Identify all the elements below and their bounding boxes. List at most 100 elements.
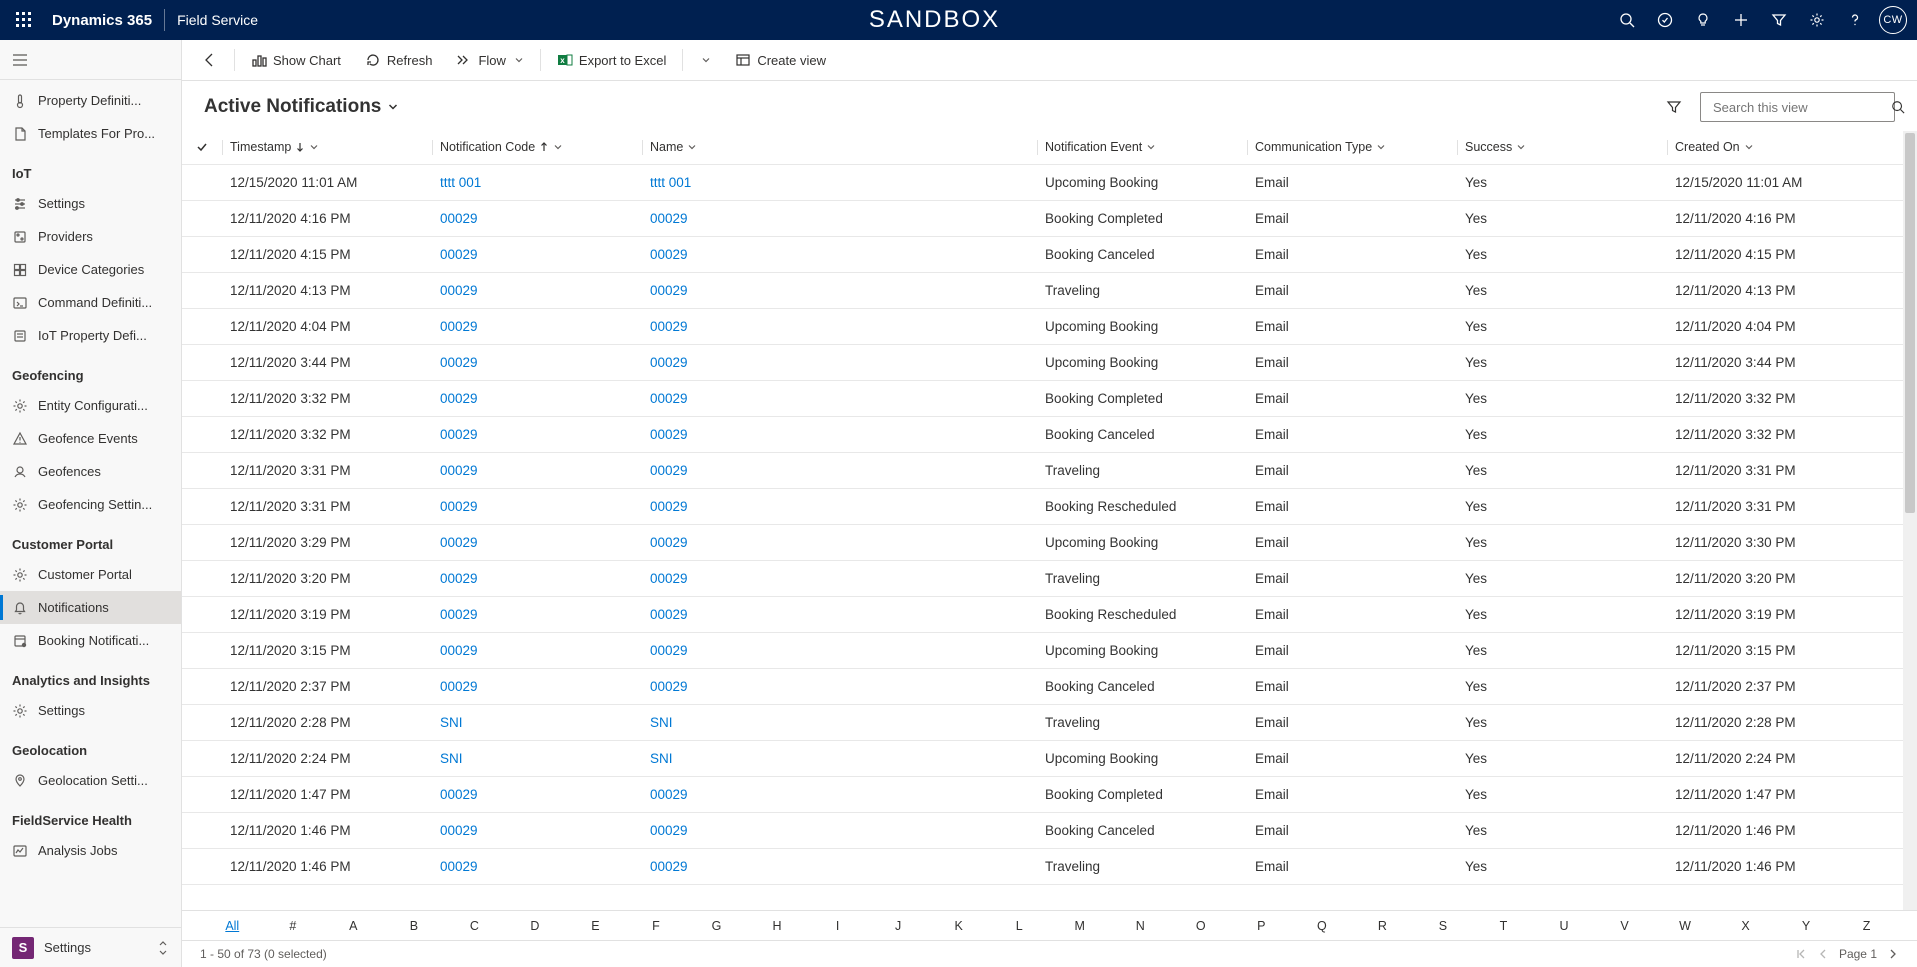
column-header[interactable]: Communication Type	[1247, 131, 1457, 164]
cell-name[interactable]: 00029	[642, 488, 1037, 524]
alphabet-letter[interactable]: J	[868, 919, 929, 933]
alphabet-letter[interactable]: T	[1473, 919, 1534, 933]
search-input[interactable]	[1711, 99, 1891, 116]
cell-code[interactable]: tttt 001	[432, 164, 642, 200]
cell-name[interactable]: 00029	[642, 380, 1037, 416]
task-icon[interactable]	[1649, 4, 1681, 36]
hamburger-icon[interactable]	[12, 52, 28, 68]
chevron-down-icon[interactable]	[1376, 142, 1386, 152]
alphabet-letter[interactable]: O	[1171, 919, 1232, 933]
column-header[interactable]: Success	[1457, 131, 1667, 164]
cell-name[interactable]: 00029	[642, 596, 1037, 632]
table-row[interactable]: 12/11/2020 1:46 PM0002900029TravelingEma…	[182, 848, 1903, 884]
sidebar-item[interactable]: Property Definiti...	[0, 84, 181, 117]
cell-name[interactable]: 00029	[642, 452, 1037, 488]
alphabet-letter[interactable]: F	[626, 919, 687, 933]
alphabet-letter[interactable]: H	[747, 919, 808, 933]
chevron-down-icon[interactable]	[1516, 142, 1526, 152]
table-row[interactable]: 12/11/2020 3:31 PM0002900029TravelingEma…	[182, 452, 1903, 488]
chevron-down-icon[interactable]	[1744, 142, 1754, 152]
alphabet-letter[interactable]: L	[989, 919, 1050, 933]
search-icon[interactable]	[1611, 4, 1643, 36]
alphabet-letter[interactable]: W	[1655, 919, 1716, 933]
alphabet-letter[interactable]: Y	[1776, 919, 1837, 933]
alphabet-letter[interactable]: #	[263, 919, 324, 933]
app-name-label[interactable]: Field Service	[177, 12, 258, 28]
table-row[interactable]: 12/11/2020 3:32 PM0002900029Booking Canc…	[182, 416, 1903, 452]
alphabet-letter[interactable]: B	[384, 919, 445, 933]
sidebar-item[interactable]: Providers	[0, 220, 181, 253]
alphabet-letter[interactable]: P	[1231, 919, 1292, 933]
cell-code[interactable]: 00029	[432, 560, 642, 596]
scrollbar-thumb[interactable]	[1905, 133, 1915, 513]
alphabet-letter[interactable]: M	[1049, 919, 1110, 933]
alphabet-letter[interactable]: D	[505, 919, 566, 933]
sidebar-item[interactable]: Command Definiti...	[0, 286, 181, 319]
user-avatar[interactable]: CW	[1877, 4, 1909, 36]
table-row[interactable]: 12/11/2020 3:29 PM0002900029Upcoming Boo…	[182, 524, 1903, 560]
sidebar-item[interactable]: Booking Notificati...	[0, 624, 181, 657]
alphabet-letter[interactable]: R	[1352, 919, 1413, 933]
column-header[interactable]: Created On	[1667, 131, 1903, 164]
column-header[interactable]: Notification Event	[1037, 131, 1247, 164]
sidebar-item[interactable]: Settings	[0, 694, 181, 727]
cell-code[interactable]: 00029	[432, 200, 642, 236]
sidebar-item[interactable]: Geofencing Settin...	[0, 488, 181, 521]
cell-code[interactable]: 00029	[432, 308, 642, 344]
cell-name[interactable]: 00029	[642, 236, 1037, 272]
vertical-scrollbar[interactable]	[1903, 131, 1917, 910]
export-dropdown[interactable]	[689, 44, 721, 76]
cell-name[interactable]: tttt 001	[642, 164, 1037, 200]
column-header[interactable]: Timestamp	[222, 131, 432, 164]
alphabet-letter[interactable]: G	[686, 919, 747, 933]
lightbulb-icon[interactable]	[1687, 4, 1719, 36]
table-row[interactable]: 12/11/2020 4:13 PM0002900029TravelingEma…	[182, 272, 1903, 308]
cell-name[interactable]: 00029	[642, 812, 1037, 848]
cell-code[interactable]: 00029	[432, 848, 642, 884]
cell-name[interactable]: 00029	[642, 776, 1037, 812]
chevron-down-icon[interactable]	[553, 142, 563, 152]
filter-icon[interactable]	[1763, 4, 1795, 36]
alphabet-letter[interactable]: C	[444, 919, 505, 933]
cell-name[interactable]: 00029	[642, 200, 1037, 236]
refresh-button[interactable]: Refresh	[355, 44, 443, 76]
cell-code[interactable]: 00029	[432, 668, 642, 704]
view-picker[interactable]: Active Notifications	[204, 96, 399, 118]
cell-name[interactable]: 00029	[642, 560, 1037, 596]
alphabet-letter[interactable]: Z	[1836, 919, 1897, 933]
alphabet-letter[interactable]: Q	[1292, 919, 1353, 933]
cell-code[interactable]: SNI	[432, 704, 642, 740]
alphabet-letter[interactable]: V	[1594, 919, 1655, 933]
alphabet-letter[interactable]: N	[1110, 919, 1171, 933]
data-grid[interactable]: TimestampNotification CodeNameNotificati…	[182, 131, 1903, 910]
chevron-down-icon[interactable]	[687, 142, 697, 152]
alphabet-letter[interactable]: E	[565, 919, 626, 933]
prev-page-icon[interactable]	[1817, 948, 1829, 960]
cell-code[interactable]: 00029	[432, 236, 642, 272]
column-header[interactable]: Notification Code	[432, 131, 642, 164]
alphabet-letter[interactable]: K	[928, 919, 989, 933]
sidebar-item[interactable]: Settings	[0, 187, 181, 220]
table-row[interactable]: 12/11/2020 1:46 PM0002900029Booking Canc…	[182, 812, 1903, 848]
table-row[interactable]: 12/11/2020 4:04 PM0002900029Upcoming Boo…	[182, 308, 1903, 344]
waffle-icon[interactable]	[8, 4, 40, 36]
create-view-button[interactable]: Create view	[725, 44, 836, 76]
cell-code[interactable]: 00029	[432, 344, 642, 380]
sidebar-item[interactable]: Entity Configurati...	[0, 389, 181, 422]
select-all-checkbox[interactable]	[190, 141, 214, 153]
table-row[interactable]: 12/11/2020 3:32 PM0002900029Booking Comp…	[182, 380, 1903, 416]
cell-code[interactable]: 00029	[432, 380, 642, 416]
export-excel-button[interactable]: xExport to Excel	[547, 44, 676, 76]
cell-code[interactable]: 00029	[432, 488, 642, 524]
cell-name[interactable]: 00029	[642, 308, 1037, 344]
cell-name[interactable]: SNI	[642, 740, 1037, 776]
table-row[interactable]: 12/11/2020 1:47 PM0002900029Booking Comp…	[182, 776, 1903, 812]
table-row[interactable]: 12/11/2020 3:19 PM0002900029Booking Resc…	[182, 596, 1903, 632]
cell-name[interactable]: 00029	[642, 668, 1037, 704]
sidebar-item[interactable]: Device Categories	[0, 253, 181, 286]
table-row[interactable]: 12/11/2020 4:15 PM0002900029Booking Canc…	[182, 236, 1903, 272]
alphabet-letter[interactable]: S	[1413, 919, 1474, 933]
chevron-down-icon[interactable]	[309, 142, 319, 152]
first-page-icon[interactable]	[1795, 948, 1807, 960]
sidebar-item[interactable]: IoT Property Defi...	[0, 319, 181, 352]
